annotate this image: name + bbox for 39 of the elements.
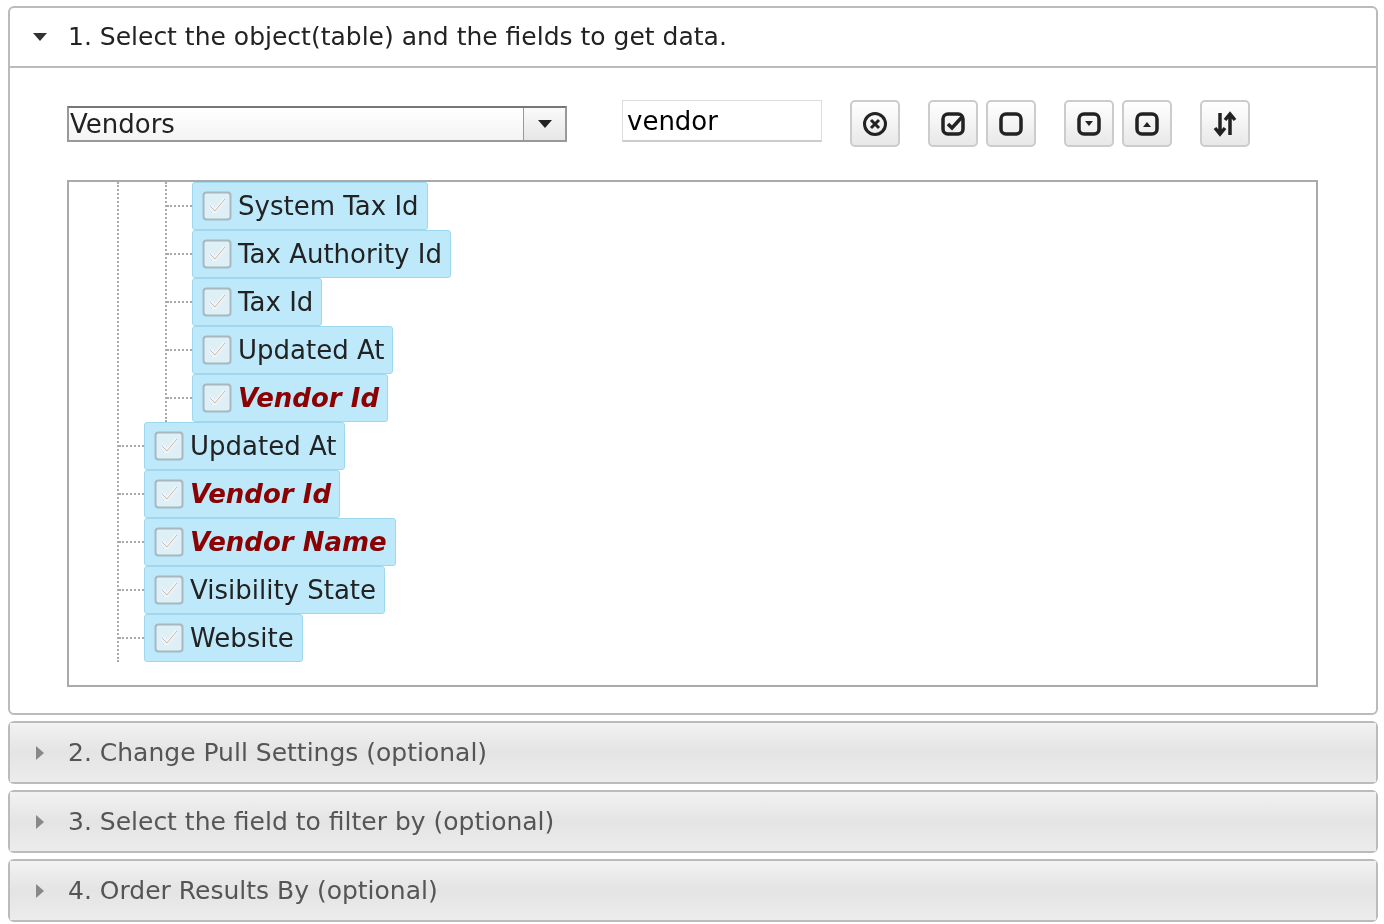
clear-button[interactable] xyxy=(850,100,900,147)
expand-icon xyxy=(1134,110,1160,137)
tree-item[interactable]: Vendor Name xyxy=(144,518,396,566)
checkbox-icon[interactable] xyxy=(154,479,184,509)
checkbox-icon[interactable] xyxy=(202,239,232,269)
object-dropdown[interactable]: Vendors xyxy=(67,106,567,142)
checkbox-icon[interactable] xyxy=(154,575,184,605)
checkbox-icon[interactable] xyxy=(202,191,232,221)
section-header[interactable]: 4. Order Results By (optional) xyxy=(10,861,1376,920)
tree-item[interactable]: Updated At xyxy=(144,422,346,470)
collapse-button[interactable] xyxy=(1064,100,1114,147)
search-field[interactable]: vendor xyxy=(622,100,822,142)
sort-icon xyxy=(1212,110,1238,137)
tree-item[interactable]: System Tax Id xyxy=(192,182,428,230)
uncheck-all-button[interactable] xyxy=(986,100,1036,147)
section-header[interactable]: 2. Change Pull Settings (optional) xyxy=(10,723,1376,782)
tree-item[interactable]: Updated At xyxy=(192,326,394,374)
check-all-button[interactable] xyxy=(928,100,978,147)
checkbox-icon[interactable] xyxy=(202,335,232,365)
tree-item[interactable]: Visibility State xyxy=(144,566,386,614)
check-all-icon xyxy=(940,110,966,137)
tree-item[interactable]: Website xyxy=(144,614,303,662)
tree-item[interactable]: Tax Id xyxy=(192,278,323,326)
section-header[interactable]: 1. Select the object(table) and the fields to get data. xyxy=(10,8,1376,68)
dropdown-arrow-icon xyxy=(537,119,552,129)
collapse-icon xyxy=(1076,110,1102,137)
checkbox-icon[interactable] xyxy=(202,287,232,317)
tree-item[interactable]: Vendor Id xyxy=(192,374,388,422)
section-header[interactable]: 3. Select the field to filter by (optional) xyxy=(10,792,1376,851)
expand-button[interactable] xyxy=(1122,100,1172,147)
checkbox-icon[interactable] xyxy=(202,383,232,413)
sort-button[interactable] xyxy=(1200,100,1250,147)
clear-icon xyxy=(862,110,888,137)
tree-item[interactable]: Vendor Id xyxy=(144,470,340,518)
uncheck-all-icon xyxy=(998,110,1024,137)
checkbox-icon[interactable] xyxy=(154,623,184,653)
checkbox-icon[interactable] xyxy=(154,431,184,461)
checkbox-icon[interactable] xyxy=(154,527,184,557)
tree-item[interactable]: Tax Authority Id xyxy=(192,230,451,278)
